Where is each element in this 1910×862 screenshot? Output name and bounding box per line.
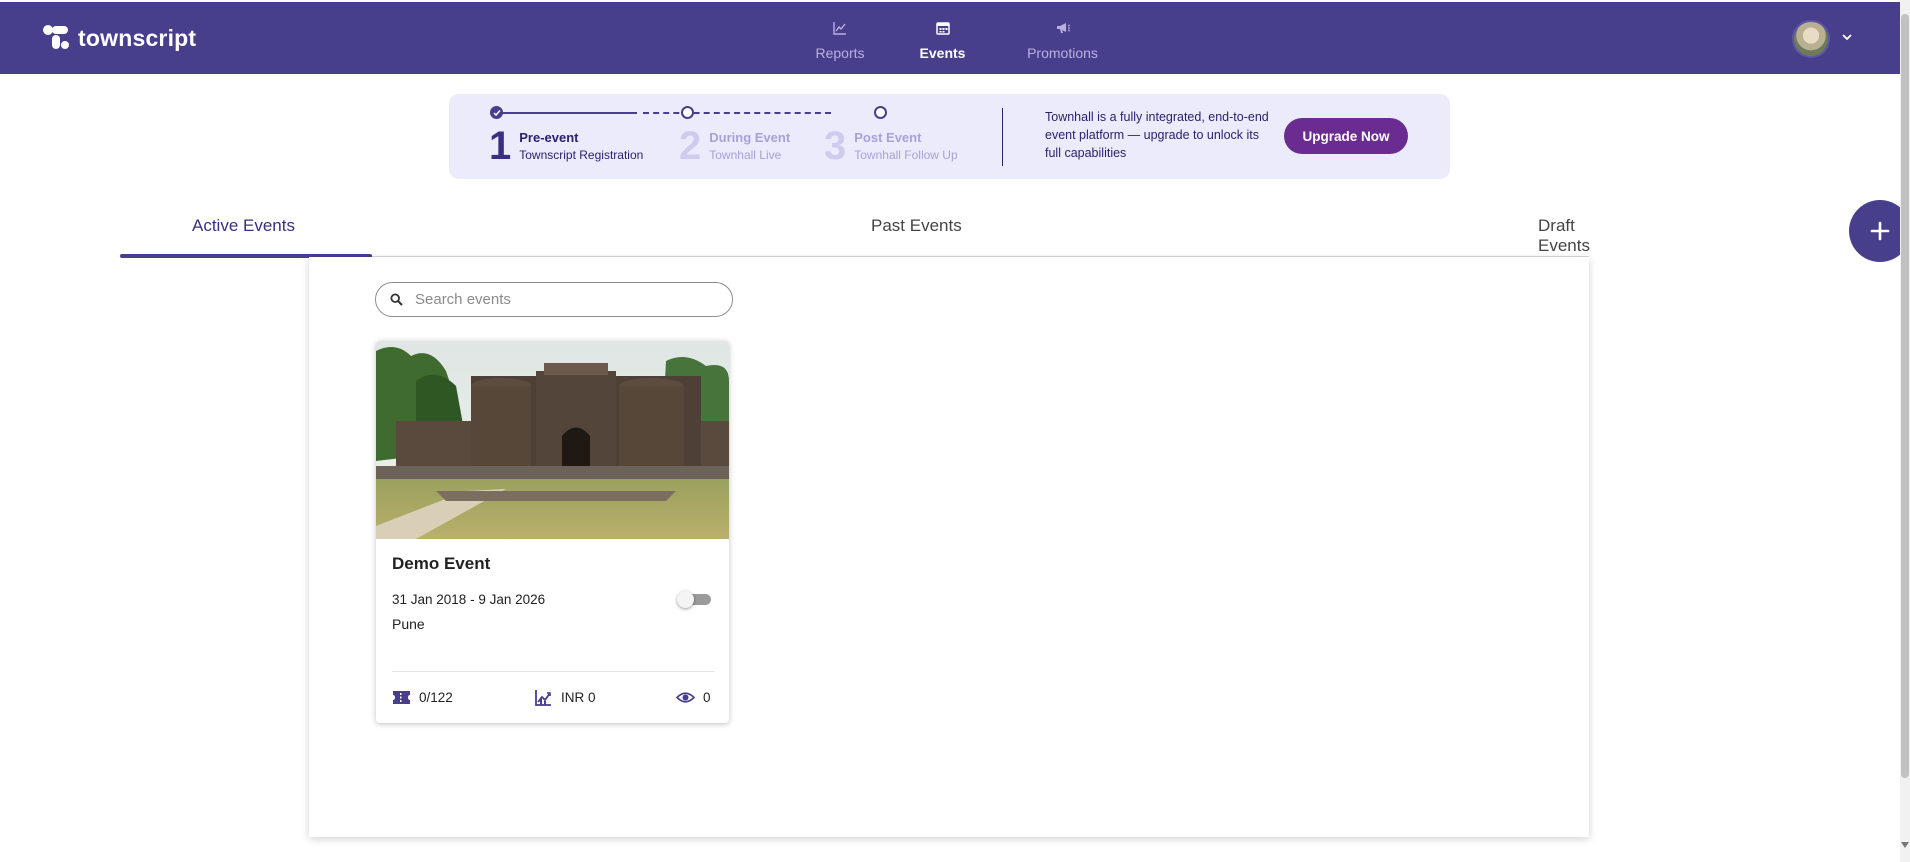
step-post-event: 3 Post Event Townhall Follow Up <box>824 126 958 166</box>
chevron-down-icon[interactable] <box>1840 30 1854 49</box>
event-city: Pune <box>392 616 425 632</box>
step-subtitle: Townhall Follow Up <box>854 148 958 162</box>
upgrade-now-button[interactable]: Upgrade Now <box>1284 118 1408 154</box>
revenue-chart-icon <box>535 690 551 706</box>
megaphone-icon <box>1056 23 1070 33</box>
upgrade-banner: 1 Pre-event Townscript Registration 2 Du… <box>449 94 1450 179</box>
step-title: Post Event <box>854 130 922 145</box>
plus-icon <box>1870 221 1890 241</box>
eye-icon <box>676 692 695 703</box>
step-1-check-icon <box>490 106 503 119</box>
step-pre-event: 1 Pre-event Townscript Registration <box>489 126 643 166</box>
search-box[interactable] <box>375 282 733 317</box>
user-menu[interactable] <box>1792 20 1854 58</box>
step-title: During Event <box>709 130 791 145</box>
event-dates: 31 Jan 2018 - 9 Jan 2026 <box>392 592 546 607</box>
event-card[interactable]: Demo Event 31 Jan 2018 - 9 Jan 2026 Pune… <box>376 341 729 723</box>
step-during-event: 2 During Event Townhall Live <box>679 126 790 166</box>
ticket-icon <box>393 691 410 704</box>
avatar[interactable] <box>1792 20 1830 58</box>
tickets-value: 0/122 <box>419 690 453 705</box>
views-stat: 0 <box>676 688 711 707</box>
step-subtitle: Townscript Registration <box>519 148 644 162</box>
tickets-stat: 0/122 <box>392 688 453 707</box>
calendar-icon <box>935 22 950 35</box>
event-title[interactable]: Demo Event <box>392 554 490 574</box>
nav-reports[interactable]: Reports <box>790 16 890 62</box>
scroll-down-arrow-icon[interactable] <box>1901 842 1909 848</box>
townscript-logo-icon <box>42 24 70 52</box>
toggle-knob <box>677 591 694 608</box>
banner-divider <box>1002 108 1003 166</box>
search-input[interactable] <box>415 291 715 308</box>
tab-active-events[interactable]: Active Events <box>192 216 295 236</box>
banner-message: Townhall is a fully integrated, end-to-e… <box>1045 110 1269 160</box>
nav-events-label: Events <box>919 45 966 61</box>
step-number: 2 <box>679 124 702 168</box>
views-value: 0 <box>703 690 711 705</box>
townscript-logo[interactable]: townscript <box>42 24 196 52</box>
nav-events[interactable]: Events <box>890 16 995 62</box>
search-icon <box>390 293 403 306</box>
nav-promotions[interactable]: Promotions <box>995 16 1130 62</box>
tab-draft-events[interactable]: Draft Events <box>1538 216 1590 256</box>
main-nav: Reports Events Promotions <box>790 16 1130 62</box>
nav-reports-label: Reports <box>815 45 865 61</box>
logo-text: townscript <box>78 24 197 51</box>
step-2-dot <box>681 106 694 119</box>
tab-past-events[interactable]: Past Events <box>871 216 962 236</box>
progress-line-pending <box>643 112 831 114</box>
step-subtitle: Townhall Live <box>709 148 782 162</box>
card-divider <box>392 671 714 672</box>
step-number: 1 <box>489 124 512 168</box>
event-tabs: Active Events Past Events Draft Events <box>120 206 1590 258</box>
step-title: Pre-event <box>519 130 579 145</box>
step-number: 3 <box>824 124 847 168</box>
scrollbar-thumb[interactable] <box>1901 14 1909 778</box>
progress-line-complete <box>497 112 637 114</box>
nav-promotions-label: Promotions <box>1027 45 1098 61</box>
step-3-dot <box>874 106 887 119</box>
top-navbar: townscript Reports Events Promotions <box>0 2 1900 74</box>
chart-line-icon <box>833 22 846 35</box>
revenue-stat: INR 0 <box>534 688 596 707</box>
publish-toggle[interactable] <box>677 591 711 608</box>
revenue-value: INR 0 <box>561 690 596 705</box>
events-panel: Demo Event 31 Jan 2018 - 9 Jan 2026 Pune… <box>309 257 1589 837</box>
event-cover-image <box>376 341 729 539</box>
